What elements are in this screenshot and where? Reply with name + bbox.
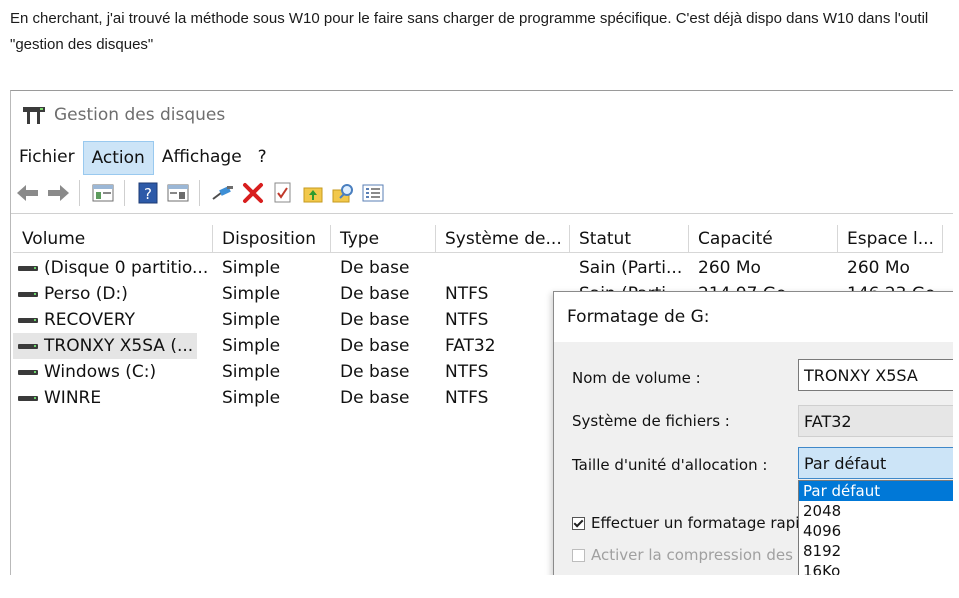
column-capacity[interactable]: Capacité — [689, 225, 838, 253]
table-row[interactable]: (Disque 0 partitio... Simple De base Sai… — [13, 255, 953, 281]
disk-management-window: Gestion des disques Fichier Action Affic… — [10, 90, 953, 575]
menu-fichier[interactable]: Fichier — [11, 141, 83, 173]
allocation-option[interactable]: 2048 — [799, 501, 953, 521]
toolbar-separator — [124, 180, 125, 206]
list-view-icon[interactable] — [360, 180, 386, 206]
allocation-option[interactable]: 16Ko — [799, 561, 953, 575]
quick-format-label: Effectuer un formatage rapide — [591, 514, 819, 532]
cell-status: Sain (Parti... — [579, 258, 683, 278]
cell-volume: Perso (D:) — [44, 284, 128, 304]
cell-volume: RECOVERY — [44, 310, 135, 330]
connect-icon[interactable] — [210, 180, 236, 206]
folder-up-icon[interactable] — [300, 180, 326, 206]
column-disposition[interactable]: Disposition — [213, 225, 331, 253]
post-text: En cherchant, j'ai trouvé la méthode sou… — [10, 10, 929, 53]
dialog-title: Formatage de G: — [554, 292, 953, 342]
quick-format-option[interactable]: Effectuer un formatage rapide — [572, 514, 818, 532]
allocation-size-label: Taille d'unité d'allocation : — [572, 456, 768, 474]
column-free-space[interactable]: Espace l... — [838, 225, 943, 253]
drive-icon — [18, 265, 38, 271]
column-volume[interactable]: Volume — [13, 225, 213, 253]
compression-checkbox — [572, 548, 585, 562]
cell-free-space: 260 Mo — [847, 258, 910, 278]
cell-filesystem: NTFS — [445, 310, 489, 330]
forward-arrow-icon[interactable] — [45, 180, 71, 206]
cell-type: De base — [340, 336, 410, 356]
allocation-option[interactable]: Par défaut — [799, 481, 953, 501]
drive-icon — [18, 395, 38, 401]
allocation-option[interactable]: 8192 — [799, 541, 953, 561]
console-tree-icon[interactable] — [90, 180, 116, 206]
selected-volume-cell: TRONXY X5SA (... — [13, 333, 197, 359]
toolbar: ? — [11, 173, 953, 214]
allocation-size-select[interactable]: Par défaut — [798, 447, 953, 479]
svg-text:?: ? — [144, 185, 152, 203]
drive-icon — [18, 291, 38, 297]
allocation-option[interactable]: 4096 — [799, 521, 953, 541]
help-icon[interactable]: ? — [135, 180, 161, 206]
column-type[interactable]: Type — [331, 225, 436, 253]
window-title: Gestion des disques — [54, 105, 226, 125]
cell-filesystem — [436, 255, 570, 281]
cell-disposition: Simple — [222, 258, 281, 278]
drive-icon — [18, 317, 38, 323]
drive-icon — [18, 343, 38, 349]
menu-bar: Fichier Action Affichage ? — [11, 139, 953, 175]
cell-volume: WINRE — [44, 388, 102, 408]
title-bar: Gestion des disques — [11, 91, 953, 139]
cell-filesystem: NTFS — [445, 388, 489, 408]
toolbar-separator — [79, 180, 80, 206]
toolbar-separator — [199, 180, 200, 206]
column-status[interactable]: Statut — [570, 225, 689, 253]
cell-type: De base — [340, 258, 410, 278]
volume-name-input[interactable]: TRONXY X5SA — [798, 359, 953, 391]
check-document-icon[interactable] — [270, 180, 296, 206]
cell-volume: Windows (C:) — [44, 362, 157, 382]
cell-filesystem: FAT32 — [445, 336, 496, 356]
format-dialog: Formatage de G: Nom de volume : TRONXY X… — [553, 291, 953, 575]
menu-action[interactable]: Action — [82, 141, 154, 175]
menu-affichage[interactable]: Affichage — [154, 141, 250, 173]
cell-disposition: Simple — [222, 336, 281, 356]
cell-type: De base — [340, 284, 410, 304]
back-arrow-icon[interactable] — [15, 180, 41, 206]
allocation-size-dropdown: Par défaut 2048 4096 8192 16Ko — [798, 480, 953, 575]
cell-type: De base — [340, 362, 410, 382]
volume-name-label: Nom de volume : — [572, 369, 701, 387]
search-folder-icon[interactable] — [330, 180, 356, 206]
cell-capacity: 260 Mo — [698, 258, 761, 278]
cell-volume: TRONXY X5SA (... — [44, 336, 194, 356]
column-filesystem[interactable]: Système de... — [436, 225, 570, 253]
cell-disposition: Simple — [222, 310, 281, 330]
cell-filesystem: NTFS — [445, 284, 489, 304]
cell-disposition: Simple — [222, 362, 281, 382]
delete-icon[interactable] — [240, 180, 266, 206]
filesystem-label: Système de fichiers : — [572, 412, 730, 430]
quick-format-checkbox[interactable] — [572, 516, 585, 530]
disk-management-icon — [23, 106, 45, 124]
cell-disposition: Simple — [222, 388, 281, 408]
cell-volume: (Disque 0 partitio... — [44, 258, 209, 278]
table-header: Volume Disposition Type Système de... St… — [13, 225, 953, 253]
properties-pane-icon[interactable] — [165, 180, 191, 206]
filesystem-select[interactable]: FAT32 — [798, 405, 953, 437]
drive-icon — [18, 369, 38, 375]
cell-type: De base — [340, 310, 410, 330]
menu-help[interactable]: ? — [250, 141, 275, 173]
cell-type: De base — [340, 388, 410, 408]
cell-disposition: Simple — [222, 284, 281, 304]
cell-filesystem: NTFS — [445, 362, 489, 382]
